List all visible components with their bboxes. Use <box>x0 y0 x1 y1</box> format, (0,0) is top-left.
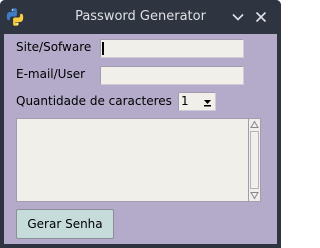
triangle-down-icon[interactable] <box>250 191 259 200</box>
generate-password-button[interactable]: Gerar Senha <box>16 209 114 239</box>
title-bar[interactable]: Password Generator <box>0 0 281 34</box>
close-icon[interactable] <box>253 9 269 25</box>
python-icon <box>6 8 24 26</box>
length-select[interactable]: 1 <box>178 92 216 111</box>
email-input[interactable] <box>100 66 244 85</box>
site-label: Site/Sofware <box>16 40 92 54</box>
email-label: E-mail/User <box>16 67 86 81</box>
length-dropdown-button[interactable] <box>201 94 214 109</box>
scroll-thumb[interactable] <box>250 131 259 189</box>
length-value: 1 <box>181 94 189 108</box>
site-input[interactable] <box>100 39 244 58</box>
triangle-down-icon <box>204 100 211 107</box>
text-cursor <box>102 42 104 55</box>
password-output[interactable] <box>16 118 260 202</box>
length-label: Quantidade de caracteres <box>16 94 172 108</box>
output-scrollbar[interactable] <box>248 118 261 202</box>
triangle-up-icon[interactable] <box>250 120 259 129</box>
chevron-down-icon[interactable] <box>230 9 246 25</box>
app-window: Password Generator Site/Sofware E-mail/U… <box>0 0 281 248</box>
form-panel: Site/Sofware E-mail/User Quantidade de c… <box>4 34 277 244</box>
